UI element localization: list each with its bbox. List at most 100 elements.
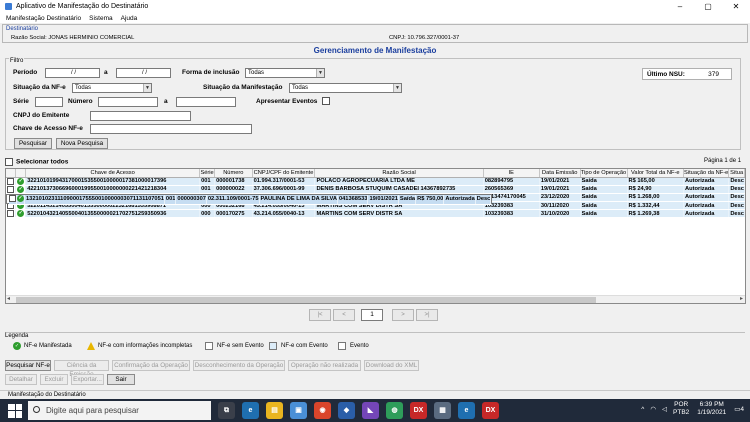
tray-chevron-icon[interactable]: ^ bbox=[641, 406, 644, 413]
col-header-tipo[interactable]: Tipo de Operação bbox=[580, 169, 628, 178]
cnpj-emitente-input[interactable] bbox=[90, 111, 191, 121]
edge-icon[interactable]: e bbox=[242, 402, 259, 419]
confirmacao-operacao-button[interactable]: Confirmação da Operação bbox=[112, 360, 190, 371]
ie-icon[interactable]: e bbox=[458, 402, 475, 419]
exportar-button[interactable]: Exportar... bbox=[71, 374, 104, 385]
ciencia-emissao-button[interactable]: Ciência da Emissão bbox=[54, 360, 109, 378]
network-icon[interactable]: ◠ bbox=[650, 405, 656, 413]
file-explorer-icon[interactable]: ▤ bbox=[266, 402, 283, 419]
menu-sistema[interactable]: Sistema bbox=[89, 15, 112, 22]
apresentar-eventos-checkbox[interactable] bbox=[322, 97, 330, 105]
table-row[interactable]: ✓ 422101373066960001995500100000002214212… bbox=[6, 185, 745, 194]
col-header-valor[interactable]: Valor Total da NF-e bbox=[627, 169, 685, 178]
numero-to-input[interactable] bbox=[176, 97, 236, 107]
chave-acesso-input[interactable] bbox=[90, 124, 252, 134]
row-checkbox[interactable] bbox=[7, 185, 15, 192]
operacao-nao-realizada-button[interactable]: Operação não realizada bbox=[288, 360, 361, 371]
legend-manifestada: ✓ NF-e Manifestada bbox=[13, 342, 72, 350]
periodo-from-input[interactable]: / / bbox=[45, 68, 100, 78]
legend-com-evento-label: NF-e com Evento bbox=[281, 343, 328, 349]
excluir-button[interactable]: Excluir bbox=[40, 374, 68, 385]
app-icon-2[interactable]: ▣ bbox=[290, 402, 307, 419]
menu-manifestacao[interactable]: Manifestação Destinatário bbox=[6, 15, 81, 22]
row-checkbox-cell[interactable] bbox=[9, 194, 17, 205]
numero-from-input[interactable] bbox=[98, 97, 158, 107]
serie-input[interactable] bbox=[35, 97, 63, 107]
minimize-button[interactable]: – bbox=[666, 2, 694, 11]
pesquisar-button[interactable]: Pesquisar bbox=[14, 138, 52, 149]
col-header-situacao[interactable]: Situação da NF-e bbox=[683, 169, 730, 178]
situacao-manifestacao-label: Situação da Manifestação bbox=[203, 84, 283, 91]
chrome-icon[interactable]: ◉ bbox=[314, 402, 331, 419]
table-row[interactable]: ✓ 522010432140550040135500000217027512593… bbox=[6, 209, 745, 218]
cell-numero: 000000307 bbox=[175, 194, 207, 205]
row-checkbox-cell[interactable] bbox=[6, 185, 17, 194]
scroll-thumb[interactable] bbox=[16, 297, 596, 303]
chevron-down-icon: ▼ bbox=[143, 84, 151, 92]
app-icon-dx-2[interactable]: DX bbox=[482, 402, 499, 419]
first-page-button[interactable]: |< bbox=[309, 309, 331, 321]
selecionar-todos[interactable]: Selecionar todos bbox=[5, 158, 68, 166]
check-circle-icon: ✓ bbox=[13, 342, 21, 350]
row-checkbox[interactable] bbox=[7, 177, 15, 184]
notification-icon[interactable]: ▭4 bbox=[734, 405, 744, 413]
desconhecimento-operacao-button[interactable]: Desconhecimento da Operação bbox=[193, 360, 285, 371]
task-view-icon[interactable]: ⧉ bbox=[218, 402, 235, 419]
pesquisar-nfe-button[interactable]: Pesquisar NF-e bbox=[5, 360, 51, 371]
clock[interactable]: 6:39 PM 1/19/2021 bbox=[697, 401, 726, 417]
cell-chave: 1321010231110900017555001000000307113110… bbox=[24, 194, 165, 205]
last-page-button[interactable]: >| bbox=[416, 309, 438, 321]
scroll-left-icon[interactable]: ◂ bbox=[7, 295, 10, 302]
download-xml-button[interactable]: Download do XML bbox=[364, 360, 419, 371]
close-button[interactable]: ✕ bbox=[722, 2, 750, 11]
row-checkbox[interactable] bbox=[9, 194, 16, 202]
cell-cnpj: 43.214.055/0040-13 bbox=[252, 209, 316, 218]
nfe-grid: Chave de Acesso Série Número CNPJ/CPF do… bbox=[5, 168, 746, 304]
table-row[interactable]: ✓ 322101019943170001535500100000173810000… bbox=[6, 177, 745, 186]
page-number-input[interactable]: 1 bbox=[361, 309, 383, 321]
taskbar-search[interactable]: Digite aqui para pesquisar bbox=[28, 401, 211, 420]
app-icon-manifestacao[interactable]: ▦ bbox=[434, 402, 451, 419]
app-icon-6[interactable]: ◆ bbox=[338, 402, 355, 419]
scroll-right-icon[interactable]: ▸ bbox=[740, 295, 743, 302]
visual-studio-icon[interactable]: ◣ bbox=[362, 402, 379, 419]
cell-situacao: Autorizada bbox=[683, 209, 730, 218]
app-icon-8[interactable]: ◍ bbox=[386, 402, 403, 419]
forma-inclusao-select[interactable]: Todas ▼ bbox=[245, 68, 325, 78]
maximize-button[interactable]: ▢ bbox=[694, 2, 722, 11]
table-row[interactable]: ✓ 132101023111090001755500100000030711311… bbox=[6, 193, 493, 205]
windows-start-icon[interactable] bbox=[8, 403, 22, 418]
periodo-to-input[interactable]: / / bbox=[116, 68, 171, 78]
situacao-nfe-select[interactable]: Todas ▼ bbox=[72, 83, 152, 93]
cell-valor: R$ 1.268,00 bbox=[627, 193, 685, 202]
legend-evento-swatch bbox=[338, 342, 346, 350]
row-checkbox-cell[interactable] bbox=[6, 209, 17, 218]
cell-cnpj: 37.306.696/0001-99 bbox=[252, 185, 316, 194]
prev-page-button[interactable]: < bbox=[333, 309, 355, 321]
taskbar: Digite aqui para pesquisar ⧉ e ▤ ▣ ◉ ◆ ◣… bbox=[0, 399, 750, 422]
col-header-data[interactable]: Data Emissão bbox=[539, 169, 581, 178]
col-header-situacao-manif[interactable]: Situa bbox=[728, 169, 745, 178]
col-header-cnpj[interactable]: CNPJ/CPF do Emitente bbox=[252, 169, 316, 178]
selecionar-todos-checkbox[interactable] bbox=[5, 158, 13, 166]
col-header-serie[interactable]: Série bbox=[199, 169, 216, 178]
situacao-manifestacao-select[interactable]: Todas ▼ bbox=[289, 83, 402, 93]
language-indicator[interactable]: POR PTB2 bbox=[673, 401, 689, 417]
row-checkbox[interactable] bbox=[7, 210, 15, 217]
col-header-ie[interactable]: IE bbox=[483, 169, 540, 178]
menu-ajuda[interactable]: Ajuda bbox=[121, 15, 138, 22]
horizontal-scrollbar[interactable]: ◂ ▸ bbox=[6, 295, 745, 303]
col-header-chave[interactable]: Chave de Acesso bbox=[25, 169, 201, 178]
volume-icon[interactable]: ◁ bbox=[662, 405, 667, 413]
razao-social-text: Razão Social: JONAS HERMINIO COMERCIAL bbox=[11, 35, 135, 41]
app-icon-dx[interactable]: DX bbox=[410, 402, 427, 419]
cell-tipo: Saída bbox=[580, 177, 628, 186]
row-checkbox-cell[interactable] bbox=[6, 177, 17, 186]
sair-button[interactable]: Sair bbox=[107, 374, 135, 385]
col-header-razao[interactable]: Razão Social bbox=[314, 169, 484, 178]
detalhar-button[interactable]: Detalhar bbox=[5, 374, 37, 385]
warning-icon bbox=[87, 342, 95, 350]
nova-pesquisa-button[interactable]: Nova Pesquisa bbox=[56, 138, 108, 149]
col-header-numero[interactable]: Número bbox=[214, 169, 253, 178]
next-page-button[interactable]: > bbox=[392, 309, 414, 321]
